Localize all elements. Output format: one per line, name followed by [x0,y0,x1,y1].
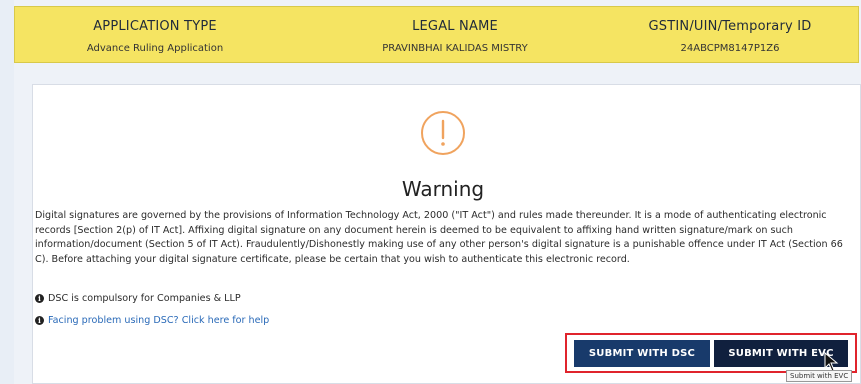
application-type-label: APPLICATION TYPE [93,19,217,34]
application-type-value: Advance Ruling Application [86,43,224,54]
gstin-value: 24ABCPM8147P1Z6 [680,43,780,54]
mouse-pointer-icon [824,352,839,372]
submit-with-dsc-button[interactable]: SUBMIT WITH DSC [574,340,710,367]
warning-title: Warning [401,177,485,201]
application-type-column: APPLICATION TYPE Advance Ruling Applicat… [55,7,255,64]
legal-name-label: LEGAL NAME [412,19,498,34]
info-icon: i [35,294,44,303]
dsc-note: i DSC is compulsory for Companies & LLP [35,293,241,304]
gstin-label: GSTIN/UIN/Temporary ID [648,19,812,34]
legal-name-column: LEGAL NAME PRAVINBHAI KALIDAS MISTRY [340,7,570,64]
exclamation-circle-icon [421,111,465,155]
warning-text: Digital signatures are governed by the p… [35,210,843,265]
gstin-column: GSTIN/UIN/Temporary ID 24ABCPM8147P1Z6 [605,7,855,64]
info-icon: i [35,316,44,325]
legal-name-value: PRAVINBHAI KALIDAS MISTRY [382,43,528,54]
help-note: i Facing problem using DSC? Click here f… [35,315,269,326]
evc-tooltip: Submit with EVC [786,370,853,382]
dsc-help-link[interactable]: Facing problem using DSC? Click here for… [48,315,269,326]
dsc-note-text: DSC is compulsory for Companies & LLP [48,293,241,304]
application-header: APPLICATION TYPE Advance Ruling Applicat… [14,6,859,63]
